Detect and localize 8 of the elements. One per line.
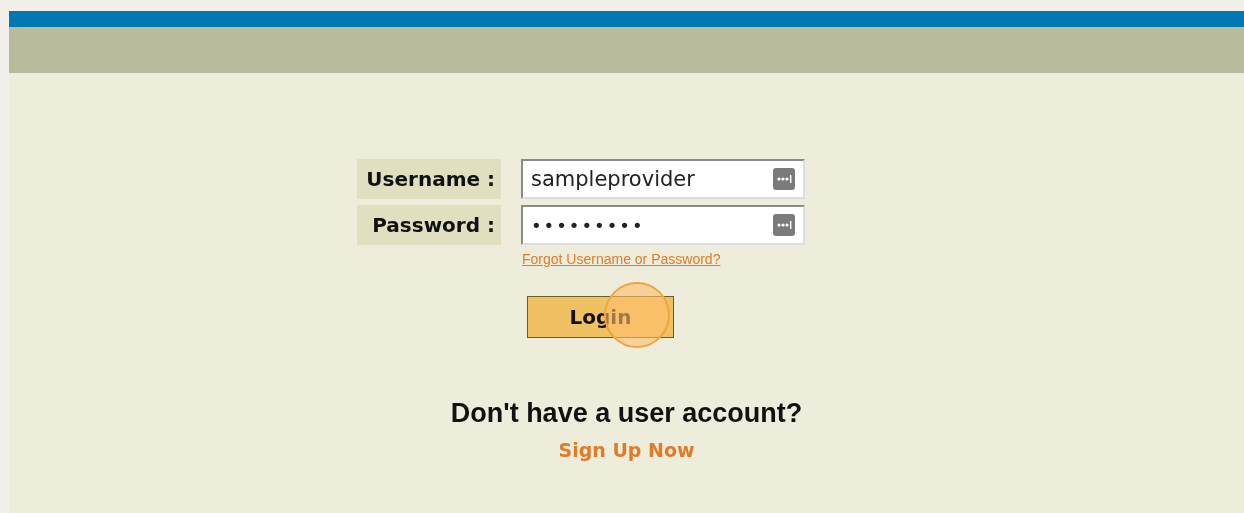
field-label: Password : xyxy=(357,205,501,245)
password-manager-icon[interactable] xyxy=(773,214,795,236)
password-manager-icon[interactable] xyxy=(773,168,795,190)
input-field[interactable]: ••••••••• xyxy=(521,205,805,245)
signup-heading: Don't have a user account? xyxy=(450,398,803,429)
input-field[interactable]: sampleprovider xyxy=(521,159,805,199)
login-button[interactable]: Login xyxy=(527,296,674,338)
field-label: Username : xyxy=(357,159,501,199)
